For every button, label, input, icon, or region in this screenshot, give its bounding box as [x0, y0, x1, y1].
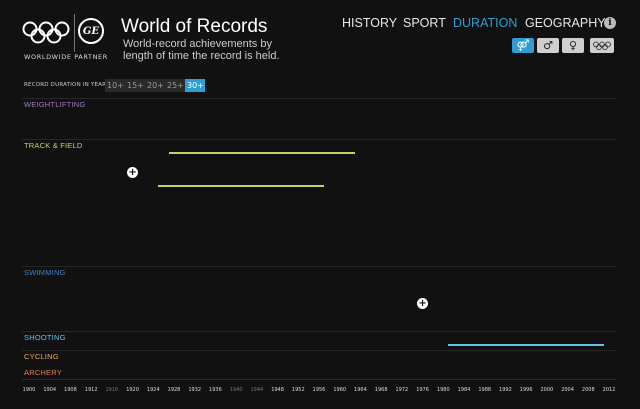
year-tick-label: 1952 [291, 387, 305, 393]
year-tick-label: 1904 [43, 387, 57, 393]
year-tick-label: 2000 [540, 387, 554, 393]
year-tick-label: 1928 [167, 387, 181, 393]
year-tick-label: 1912 [84, 387, 98, 393]
sport-label-weightlifting: WEIGHTLIFTING [24, 100, 86, 109]
year-tick-label: 1948 [271, 387, 284, 393]
sport-label-track-field: TRACK & FIELD [24, 141, 83, 150]
section-divider [22, 98, 616, 99]
records-timeline: WEIGHTLIFTING TRACK & FIELD SWIMMING SHO… [0, 0, 640, 409]
year-tick-label: 1920 [126, 387, 139, 393]
year-tick-label: 1992 [499, 387, 512, 393]
year-tick-label: 1980 [436, 387, 450, 393]
year-tick-label: 1908 [64, 387, 77, 393]
plus-icon[interactable]: + [127, 166, 139, 178]
record-duration-bar[interactable] [158, 185, 325, 187]
section-divider [22, 350, 616, 351]
year-tick-label: 1916 [105, 387, 119, 393]
year-tick-label: 1996 [519, 387, 533, 393]
sport-label-shooting: SHOOTING [24, 333, 66, 342]
record-duration-bar[interactable] [168, 152, 356, 154]
record-duration-bar[interactable] [448, 344, 604, 346]
section-divider [22, 266, 616, 267]
timeline-axis [22, 379, 616, 380]
year-tick-label: 1940 [229, 387, 243, 393]
sport-label-swimming: SWIMMING [24, 268, 66, 277]
world-of-records-app: GE WORLDWIDE PARTNER World of Records Wo… [0, 0, 640, 409]
year-tick-label: 1900 [22, 387, 36, 393]
year-tick-label: 1924 [146, 387, 160, 393]
sport-label-cycling: CYCLING [24, 352, 59, 361]
year-tick-label: 1984 [457, 387, 471, 393]
year-tick-label: 1944 [250, 387, 264, 393]
year-tick-label: 2004 [561, 387, 574, 393]
year-tick-label: 1976 [416, 387, 429, 393]
section-divider [22, 331, 616, 332]
year-tick-label: 2008 [581, 387, 595, 393]
sport-label-archery: ARCHERY [24, 368, 62, 377]
year-tick-label: 1960 [333, 387, 347, 393]
plus-icon[interactable]: + [417, 297, 429, 309]
year-tick-label: 1936 [209, 387, 222, 393]
year-tick-label: 1964 [354, 387, 367, 393]
year-tick-label: 1956 [312, 387, 326, 393]
year-tick-label: 1932 [188, 387, 202, 393]
section-divider [22, 139, 616, 140]
year-tick-label: 2012 [602, 387, 616, 393]
year-tick-label: 1972 [395, 387, 409, 393]
year-tick-label: 1988 [478, 387, 492, 393]
year-tick-label: 1968 [374, 387, 388, 393]
